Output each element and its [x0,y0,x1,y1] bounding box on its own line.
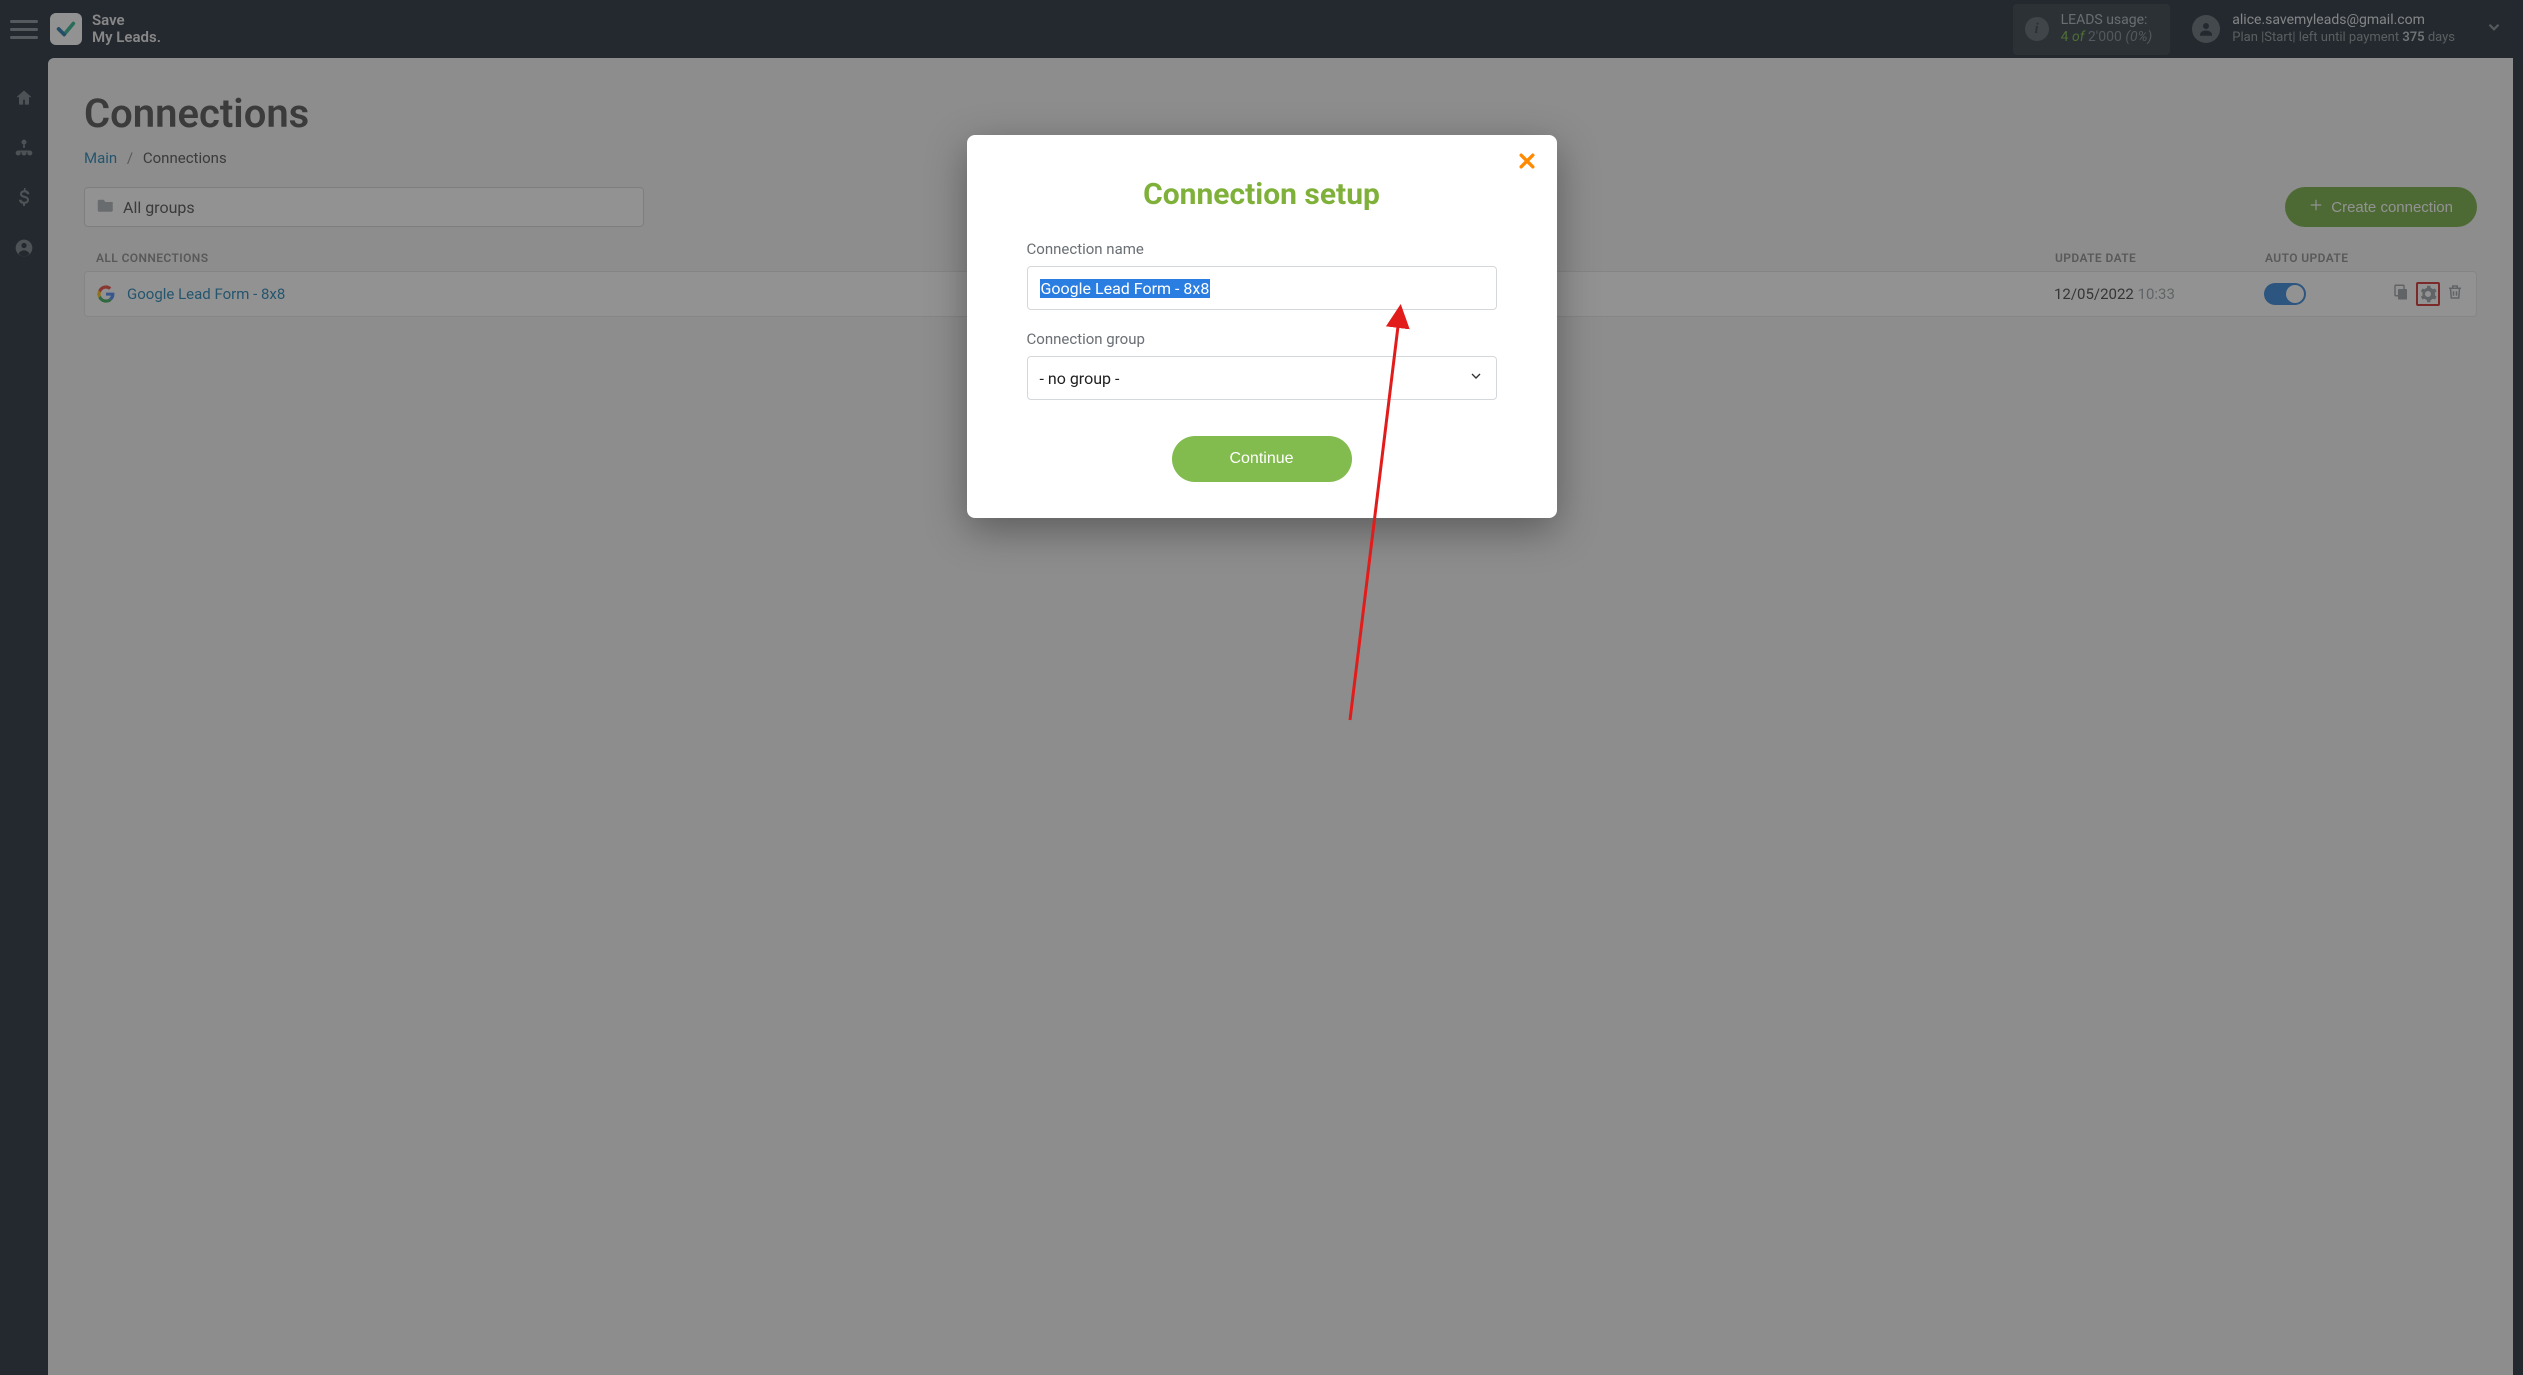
modal-title: Connection setup [1027,177,1497,212]
close-icon[interactable] [1517,151,1537,175]
connection-setup-modal: Connection setup Connection name Google … [967,135,1557,518]
chevron-down-icon [1468,368,1484,388]
continue-button[interactable]: Continue [1172,436,1352,482]
group-select-value: - no group - [1040,369,1120,388]
group-label: Connection group [1027,330,1497,348]
connection-group-select[interactable]: - no group - [1027,356,1497,400]
connection-name-input[interactable]: Google Lead Form - 8x8 [1027,266,1497,310]
name-label: Connection name [1027,240,1497,258]
